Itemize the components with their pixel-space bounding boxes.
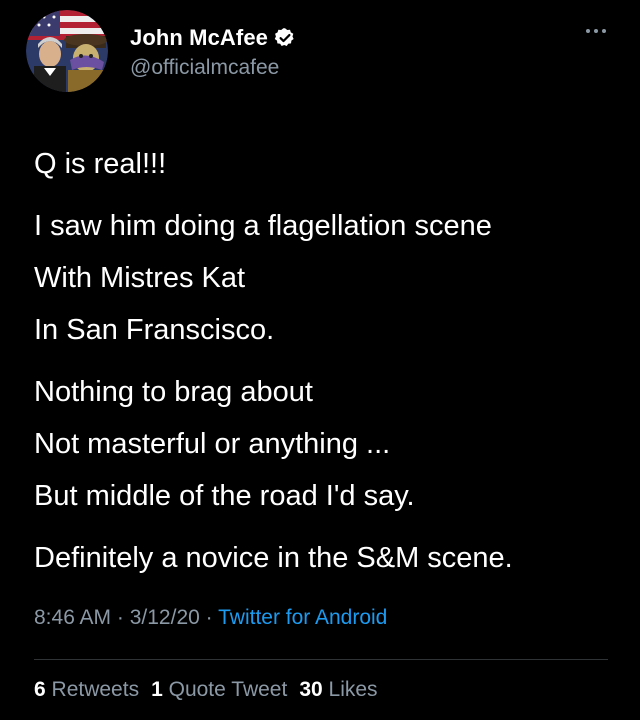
tweet-line: Not masterful or anything ... xyxy=(34,428,391,460)
tweet-line: Nothing to brag about xyxy=(34,376,313,408)
likes-count: 30 xyxy=(299,678,323,701)
retweets-stat[interactable]: 6 Retweets xyxy=(34,678,139,701)
quotes-count: 1 xyxy=(151,678,163,701)
tweet-line: Q is real!!! xyxy=(34,148,167,180)
retweets-label: Retweets xyxy=(51,678,140,701)
more-options-icon[interactable] xyxy=(584,24,608,38)
name-row: John McAfee xyxy=(130,24,296,52)
tweet-line: With Mistres Kat xyxy=(34,262,246,294)
tweet-text: Q is real!!! I saw him doing a flagellat… xyxy=(34,138,624,584)
retweets-count: 6 xyxy=(34,678,46,701)
handle[interactable]: @officialmcafee xyxy=(130,56,296,80)
verified-badge-icon xyxy=(274,27,296,49)
meta-separator: · xyxy=(199,606,219,629)
quotes-stat[interactable]: 1 Quote Tweet xyxy=(151,678,287,701)
tweet-card: John McAfee @officialmcafee Q is real!!!… xyxy=(0,0,640,720)
tweet-stats: 6 Retweets 1 Quote Tweet 30 Likes xyxy=(34,678,390,702)
display-name[interactable]: John McAfee xyxy=(130,25,268,51)
tweet-paragraph: Definitely a novice in the S&M scene. xyxy=(34,532,624,584)
author-block: John McAfee @officialmcafee xyxy=(130,24,296,80)
avatar[interactable] xyxy=(26,10,108,92)
tweet-paragraph: Nothing to brag about Not masterful or a… xyxy=(34,366,624,522)
likes-stat[interactable]: 30 Likes xyxy=(299,678,377,701)
meta-separator: · xyxy=(111,606,130,629)
tweet-line: But middle of the road I'd say. xyxy=(34,480,415,512)
likes-label: Likes xyxy=(328,678,378,701)
tweet-line: Definitely a novice in the S&M scene. xyxy=(34,542,513,574)
tweet-line: I saw him doing a flagellation scene xyxy=(34,210,492,242)
tweet-line: In San Franscisco. xyxy=(34,314,275,346)
quotes-label: Quote Tweet xyxy=(168,678,288,701)
tweet-paragraph: I saw him doing a flagellation scene Wit… xyxy=(34,200,624,356)
tweet-paragraph: Q is real!!! xyxy=(34,138,624,190)
divider xyxy=(34,659,608,660)
tweet-date[interactable]: 3/12/20 xyxy=(130,606,200,629)
tweet-meta: 8:46 AM · 3/12/20 · Twitter for Android xyxy=(34,606,387,630)
tweet-time[interactable]: 8:46 AM xyxy=(34,606,111,629)
tweet-source-link[interactable]: Twitter for Android xyxy=(218,606,387,629)
